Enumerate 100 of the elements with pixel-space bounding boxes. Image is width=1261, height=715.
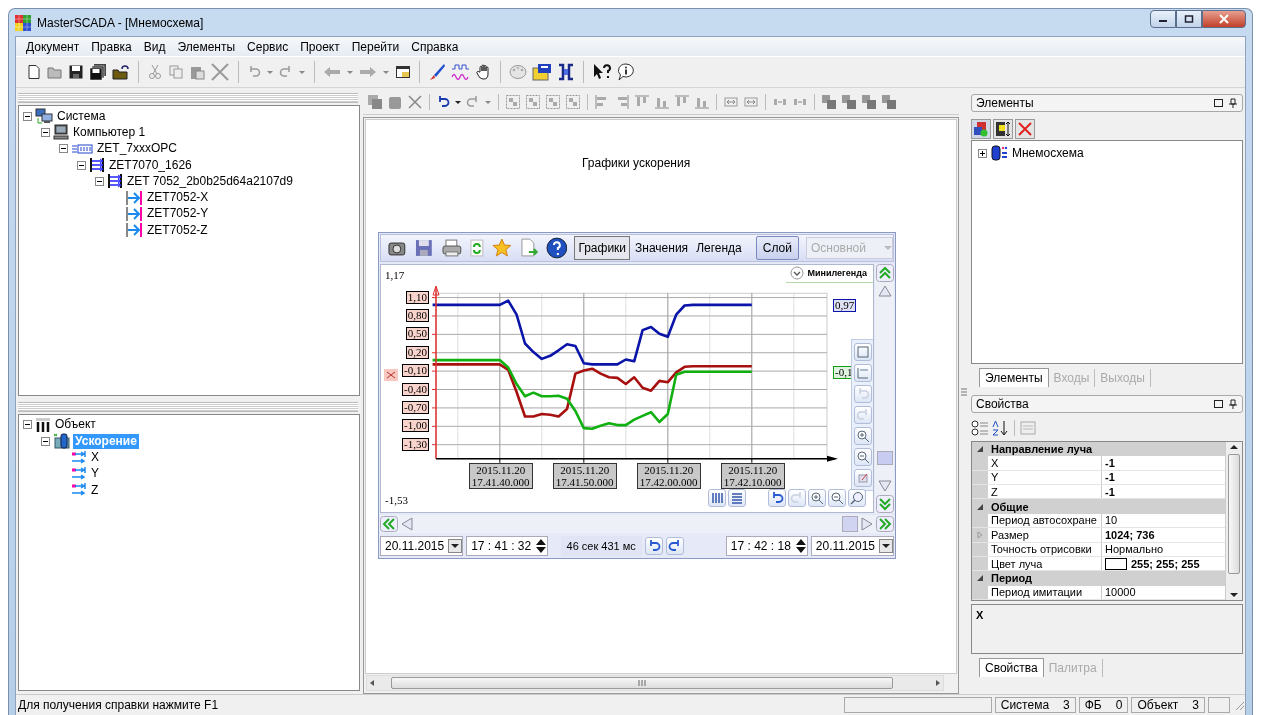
float-icon[interactable] bbox=[1214, 399, 1224, 409]
tree-item[interactable]: ZET7052-Z bbox=[145, 222, 210, 238]
clipboard-icon[interactable] bbox=[387, 94, 403, 110]
property-name[interactable]: Точность отрисовки bbox=[988, 542, 1102, 556]
scroll-thumb[interactable] bbox=[842, 516, 858, 532]
group-icon[interactable] bbox=[545, 94, 561, 110]
layers-icon[interactable] bbox=[841, 94, 857, 110]
size-icon[interactable] bbox=[723, 94, 739, 110]
collapse-icon[interactable] bbox=[41, 127, 50, 137]
tree-item[interactable]: ZET7052-Y bbox=[145, 206, 211, 222]
expand-icon[interactable] bbox=[978, 148, 987, 158]
tree-item[interactable]: ZET 7052_2b0b25d64a2107d9 bbox=[125, 173, 295, 189]
collapse-icon[interactable] bbox=[23, 111, 32, 121]
collapse-icon[interactable] bbox=[77, 160, 86, 170]
search-icon[interactable] bbox=[850, 491, 864, 505]
categorized-icon[interactable] bbox=[971, 420, 989, 436]
property-value[interactable]: 10 bbox=[1105, 514, 1118, 527]
close-icon[interactable] bbox=[1219, 14, 1229, 24]
delete-icon[interactable] bbox=[210, 62, 230, 82]
collapse-icon[interactable] bbox=[41, 436, 50, 446]
property-name[interactable]: Размер bbox=[988, 528, 1102, 542]
tree-item[interactable]: Мнемосхема bbox=[1010, 145, 1086, 161]
panel-tab[interactable]: Элементы bbox=[979, 368, 1049, 387]
delete-icon[interactable] bbox=[1017, 121, 1033, 137]
folder-icon[interactable] bbox=[47, 64, 63, 80]
property-name[interactable]: Y bbox=[988, 470, 1102, 485]
panel-tab[interactable]: Свойства bbox=[979, 658, 1044, 677]
dropdown-icon[interactable] bbox=[448, 539, 463, 553]
undo-icon[interactable] bbox=[770, 491, 784, 505]
view-tab[interactable]: Графики bbox=[574, 236, 631, 260]
property-name[interactable]: Z bbox=[988, 485, 1102, 499]
collapse-triangle-icon[interactable] bbox=[976, 574, 984, 583]
left-arrow-icon[interactable] bbox=[323, 65, 341, 79]
info-bubble-icon[interactable] bbox=[617, 63, 635, 81]
help-pointer-icon[interactable] bbox=[592, 63, 612, 81]
tree-item[interactable]: Объект bbox=[53, 417, 98, 433]
tree-item[interactable]: Система bbox=[55, 108, 108, 124]
end-time-field[interactable]: 17 : 42 : 18 bbox=[725, 536, 808, 556]
zoom-in-icon[interactable] bbox=[810, 491, 824, 505]
scroll-down-icon[interactable] bbox=[1229, 590, 1239, 600]
window-icon[interactable] bbox=[395, 64, 411, 80]
view-tab[interactable]: Легенда bbox=[693, 236, 745, 260]
property-name[interactable]: Период имитации bbox=[988, 585, 1102, 599]
brackets-icon[interactable] bbox=[557, 63, 575, 81]
float-icon[interactable] bbox=[1214, 98, 1224, 108]
folder-arrow-icon[interactable] bbox=[112, 64, 130, 80]
add-element-icon[interactable] bbox=[973, 121, 989, 137]
size-icon[interactable] bbox=[743, 94, 759, 110]
menu-item[interactable]: Справка bbox=[405, 39, 465, 54]
scale-marker-icon[interactable] bbox=[384, 369, 398, 381]
scroll-left-icon[interactable] bbox=[400, 516, 414, 532]
property-value[interactable]: -1 bbox=[1105, 471, 1115, 484]
pin-icon[interactable] bbox=[1228, 399, 1238, 409]
wave-icon[interactable] bbox=[451, 64, 471, 80]
menu-item[interactable]: Сервис bbox=[241, 39, 295, 54]
printer-icon[interactable] bbox=[440, 238, 463, 258]
marker-icon[interactable] bbox=[856, 471, 870, 485]
star-icon[interactable] bbox=[492, 238, 512, 258]
zoom-out-icon[interactable] bbox=[856, 450, 870, 464]
tree-item[interactable]: X bbox=[89, 450, 101, 465]
camera-icon[interactable] bbox=[387, 239, 407, 257]
tree-item[interactable]: ZET7052-X bbox=[145, 190, 211, 206]
scroll-start-icon[interactable] bbox=[380, 516, 398, 532]
pin-icon[interactable] bbox=[1228, 98, 1238, 108]
grip-icon[interactable] bbox=[961, 387, 967, 397]
property-name[interactable]: Цвет луча bbox=[988, 556, 1102, 571]
collapse-triangle-icon[interactable] bbox=[976, 502, 984, 511]
hand-icon[interactable] bbox=[476, 64, 492, 80]
clipboard-icon[interactable] bbox=[189, 64, 205, 80]
scroll-thumb[interactable] bbox=[1228, 454, 1240, 574]
group-icon[interactable] bbox=[565, 94, 581, 110]
chevron-down-icon[interactable] bbox=[789, 266, 804, 280]
zoom-in-icon[interactable] bbox=[856, 429, 870, 443]
menu-item[interactable]: Вид bbox=[137, 39, 172, 54]
fit-icon[interactable] bbox=[856, 345, 870, 359]
copy-icon[interactable] bbox=[367, 94, 383, 110]
collapse-icon[interactable] bbox=[23, 420, 32, 430]
save-icon[interactable] bbox=[68, 64, 84, 80]
property-value[interactable]: 255; 255; 255 bbox=[1131, 557, 1200, 570]
property-value[interactable]: -1 bbox=[1105, 457, 1115, 469]
scroll-top-icon[interactable] bbox=[875, 264, 894, 282]
scroll-right-icon[interactable] bbox=[860, 516, 874, 532]
scroll-thumb[interactable] bbox=[391, 677, 893, 689]
group-icon[interactable] bbox=[525, 94, 541, 110]
spinner-icon[interactable] bbox=[794, 538, 807, 554]
palette-icon[interactable] bbox=[509, 64, 527, 80]
dropdown-icon[interactable] bbox=[879, 539, 893, 553]
redo-icon[interactable] bbox=[667, 539, 682, 553]
collapse-icon[interactable] bbox=[59, 144, 68, 154]
scroll-bottom-icon[interactable] bbox=[875, 495, 894, 513]
layer-button[interactable]: Слой bbox=[755, 236, 799, 260]
columns-icon[interactable] bbox=[710, 491, 724, 505]
redo-icon[interactable] bbox=[279, 65, 293, 79]
maximize-icon[interactable] bbox=[1184, 15, 1194, 23]
property-value[interactable]: Нормально bbox=[1105, 543, 1164, 556]
menu-item[interactable]: Проект bbox=[294, 39, 346, 54]
property-name[interactable]: Период автосохране bbox=[988, 513, 1102, 528]
start-date-field[interactable]: 20.11.2015 bbox=[380, 536, 464, 556]
property-name[interactable]: X bbox=[988, 456, 1102, 470]
end-date-field[interactable]: 20.11.2015 bbox=[810, 536, 894, 556]
